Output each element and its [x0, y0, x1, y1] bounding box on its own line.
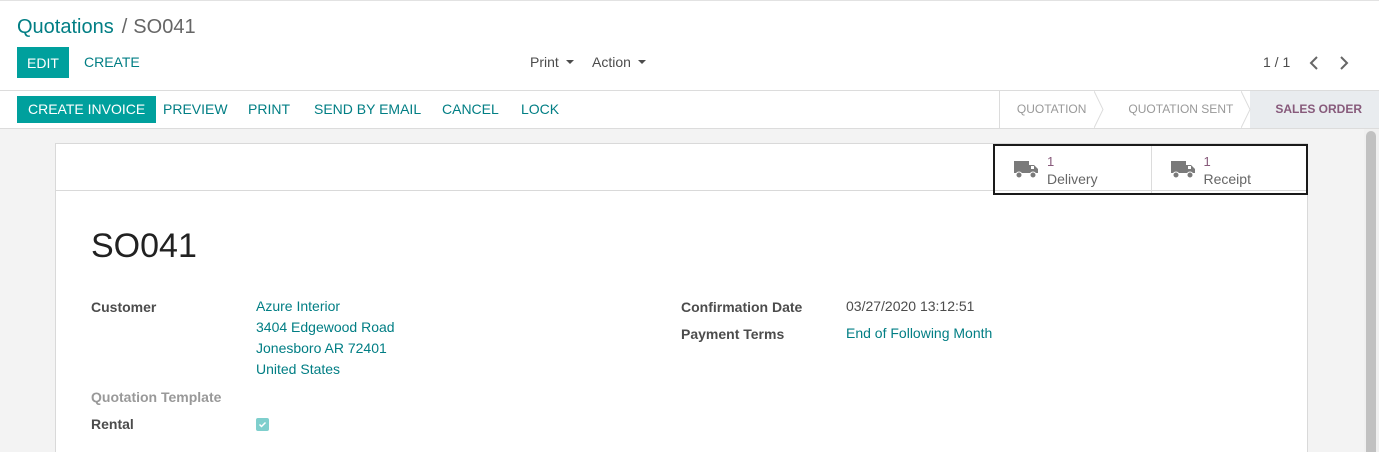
- print-dropdown[interactable]: Print: [530, 47, 574, 78]
- receipt-label: Receipt: [1203, 171, 1251, 187]
- print-dropdown-label: Print: [530, 54, 559, 70]
- control-panel: Quotations / SO041 EDIT CREATE Print Actio…: [0, 0, 1379, 91]
- caret-down-icon: [565, 59, 574, 64]
- pager-value[interactable]: 1 / 1: [1263, 47, 1290, 78]
- receipt-smart-button[interactable]: 1 Receipt: [1150, 146, 1307, 193]
- confirmation-date-value: 03/27/2020 13:12:51: [846, 298, 975, 314]
- truck-icon: [1014, 159, 1038, 182]
- receipt-count: 1: [1203, 154, 1211, 169]
- send-by-email-button[interactable]: SEND BY EMAIL: [314, 96, 421, 123]
- form-sheet: 1 Delivery 1 Receipt SO041 Customer Azur…: [55, 143, 1308, 452]
- rental-checkbox[interactable]: [256, 418, 269, 431]
- stage-label: QUOTATION SENT: [1128, 102, 1234, 116]
- breadcrumb: Quotations / SO041: [17, 15, 196, 39]
- payment-terms-link[interactable]: End of Following Month: [846, 323, 992, 344]
- edit-button[interactable]: EDIT: [17, 47, 69, 78]
- action-dropdown[interactable]: Action: [592, 47, 646, 78]
- smart-buttons-highlight: 1 Delivery 1 Receipt: [993, 144, 1308, 195]
- chevron-right-icon[interactable]: [1336, 54, 1352, 72]
- stage-quotation[interactable]: QUOTATION: [999, 91, 1104, 128]
- stage-quotation-sent[interactable]: QUOTATION SENT: [1103, 91, 1251, 128]
- customer-label: Customer: [91, 299, 157, 315]
- chevron-left-icon[interactable]: [1306, 54, 1322, 72]
- check-icon: [258, 421, 267, 428]
- customer-address-line[interactable]: 3404 Edgewood Road: [256, 317, 395, 338]
- delivery-label: Delivery: [1047, 171, 1098, 187]
- customer-address-line[interactable]: United States: [256, 359, 395, 380]
- customer-address-line[interactable]: Jonesboro AR 72401: [256, 338, 395, 359]
- truck-icon: [1170, 159, 1195, 182]
- cancel-button[interactable]: CANCEL: [442, 96, 499, 123]
- rental-label: Rental: [91, 416, 134, 432]
- vertical-scrollbar[interactable]: [1364, 129, 1379, 452]
- lock-button[interactable]: LOCK: [521, 96, 559, 123]
- stage-label: SALES ORDER: [1275, 102, 1362, 116]
- delivery-smart-button[interactable]: 1 Delivery: [995, 146, 1151, 193]
- action-dropdown-label: Action: [592, 54, 631, 70]
- delivery-count: 1: [1047, 154, 1055, 169]
- caret-down-icon: [637, 59, 646, 64]
- customer-field[interactable]: Azure Interior 3404 Edgewood Road Jonesb…: [256, 296, 395, 380]
- print-button[interactable]: PRINT: [248, 96, 290, 123]
- customer-name-link[interactable]: Azure Interior: [256, 296, 395, 317]
- create-invoice-button[interactable]: CREATE INVOICE: [17, 96, 157, 123]
- record-title: SO041: [91, 227, 197, 265]
- breadcrumb-quotations-link[interactable]: Quotations: [17, 16, 114, 38]
- scrollbar-thumb[interactable]: [1366, 131, 1376, 452]
- stage-sales-order[interactable]: SALES ORDER: [1250, 91, 1379, 128]
- payment-terms-label: Payment Terms: [681, 326, 785, 342]
- preview-button[interactable]: PREVIEW: [163, 96, 228, 123]
- confirmation-date-label: Confirmation Date: [681, 299, 803, 315]
- stage-pipeline: QUOTATION QUOTATION SENT SALES ORDER: [998, 91, 1379, 128]
- status-bar: CREATE INVOICE PREVIEW PRINT SEND BY EMA…: [0, 91, 1379, 129]
- breadcrumb-separator: /: [121, 16, 128, 38]
- stage-label: QUOTATION: [1016, 102, 1087, 116]
- create-button[interactable]: CREATE: [84, 47, 140, 78]
- quotation-template-label: Quotation Template: [91, 389, 222, 405]
- breadcrumb-current: SO041: [133, 16, 196, 38]
